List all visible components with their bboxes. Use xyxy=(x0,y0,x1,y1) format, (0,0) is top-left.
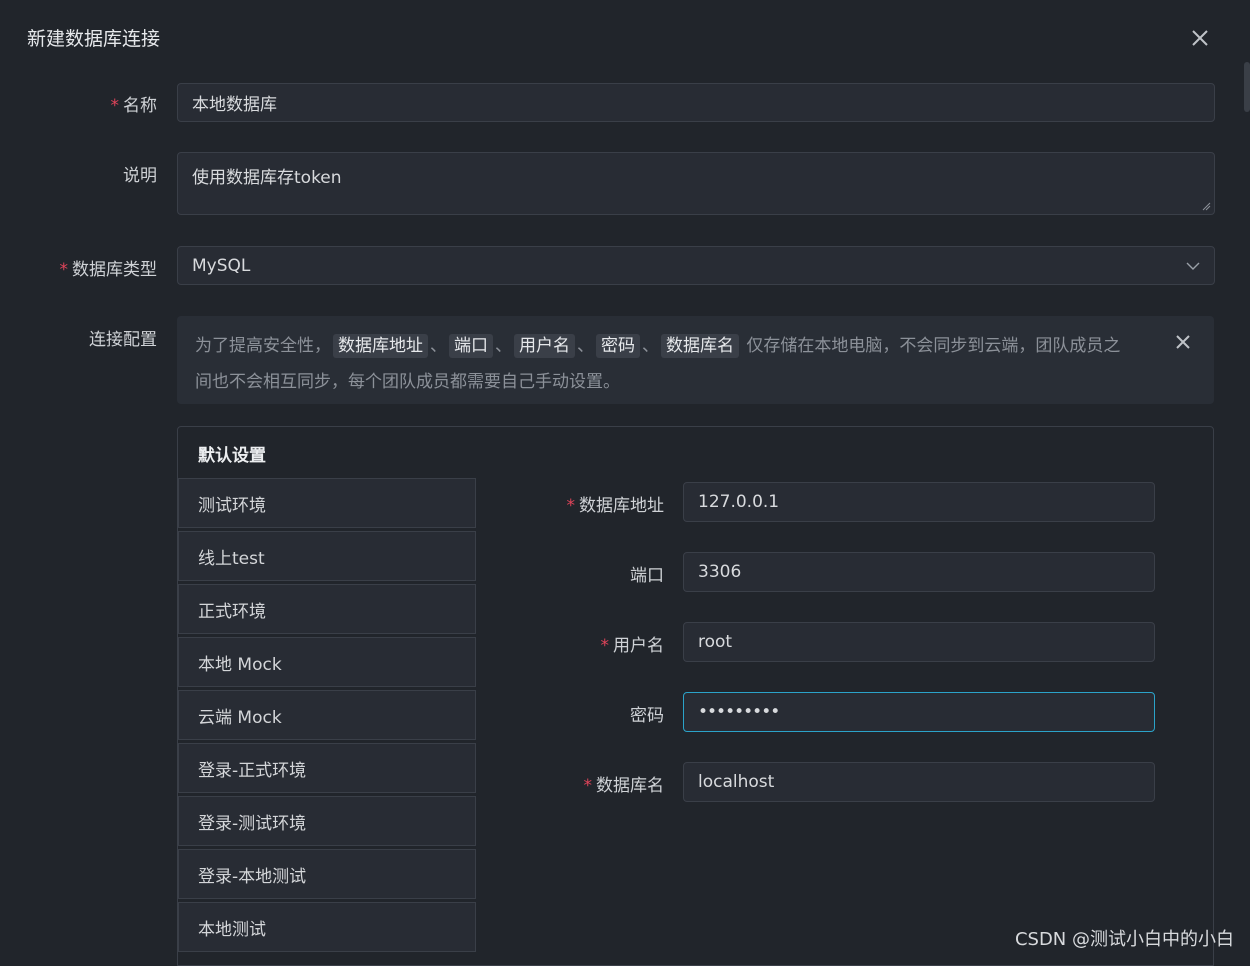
database-name-label: * 数据库名 xyxy=(583,776,665,796)
new-db-connection-dialog: 新建数据库连接 * 名称 本地数据库 说明 使用数据库存token * 数据库类型 … xyxy=(0,0,1250,966)
required-mark: * xyxy=(110,96,120,116)
name-input[interactable]: 本地数据库 xyxy=(177,83,1215,122)
required-mark: * xyxy=(566,496,576,516)
chevron-down-icon xyxy=(1186,262,1200,270)
username-label: * 用户名 xyxy=(600,636,665,656)
environment-list: 测试环境 线上test 正式环境 本地 Mock 云端 Mock 登录-正式环境… xyxy=(178,478,476,955)
environment-item[interactable]: 本地测试 xyxy=(178,902,476,952)
watermark: CSDN @测试小白中的小白 xyxy=(1014,929,1234,950)
description-label: 说明 xyxy=(123,166,157,186)
username-input[interactable]: root xyxy=(683,622,1155,662)
resize-handle-icon[interactable] xyxy=(1201,201,1211,211)
name-label: * 名称 xyxy=(110,96,158,116)
close-icon[interactable] xyxy=(1188,26,1212,50)
panel-title: 默认设置 xyxy=(198,446,266,466)
required-mark: * xyxy=(583,776,593,796)
environment-item[interactable]: 登录-正式环境 xyxy=(178,743,476,793)
port-input[interactable]: 3306 xyxy=(683,552,1155,592)
notice-tag: 用户名 xyxy=(514,334,575,358)
password-label: 密码 xyxy=(630,706,664,726)
db-type-label: * 数据库类型 xyxy=(59,260,158,280)
environment-item[interactable]: 登录-本地测试 xyxy=(178,849,476,899)
notice-tag: 端口 xyxy=(449,334,493,358)
port-label: 端口 xyxy=(630,566,664,586)
environment-item[interactable]: 本地 Mock xyxy=(178,637,476,687)
environment-item[interactable]: 正式环境 xyxy=(178,584,476,634)
security-notice: 为了提高安全性， 数据库地址、端口、用户名、密码、数据库名 仅存储在本地电脑，不会… xyxy=(177,316,1214,404)
database-name-input[interactable]: localhost xyxy=(683,762,1155,802)
db-host-input[interactable]: 127.0.0.1 xyxy=(683,482,1155,522)
notice-tag: 密码 xyxy=(596,334,640,358)
environment-item[interactable]: 线上test xyxy=(178,531,476,581)
required-mark: * xyxy=(59,260,69,280)
required-mark: * xyxy=(600,636,610,656)
description-textarea[interactable]: 使用数据库存token xyxy=(177,152,1215,215)
connection-config-label: 连接配置 xyxy=(89,330,157,350)
password-input[interactable]: ••••••••• xyxy=(683,692,1155,732)
db-host-label: * 数据库地址 xyxy=(566,496,665,516)
environment-item[interactable]: 云端 Mock xyxy=(178,690,476,740)
environment-item[interactable]: 测试环境 xyxy=(178,478,476,528)
scrollbar[interactable] xyxy=(1244,62,1250,112)
db-type-select[interactable]: MySQL xyxy=(177,246,1215,285)
environment-item[interactable]: 登录-测试环境 xyxy=(178,796,476,846)
notice-tag: 数据库地址 xyxy=(333,334,428,358)
close-icon[interactable] xyxy=(1174,333,1192,351)
notice-tag: 数据库名 xyxy=(661,334,739,358)
dialog-title: 新建数据库连接 xyxy=(27,28,161,50)
